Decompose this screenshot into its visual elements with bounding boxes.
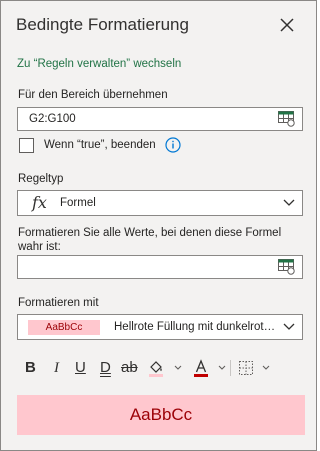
format-sample-chip: AaBbCc <box>28 320 100 335</box>
strikethrough-button[interactable]: ab <box>121 357 138 379</box>
info-icon[interactable] <box>165 137 181 153</box>
rule-type-dropdown[interactable]: fx Formel <box>17 190 303 216</box>
bold-button[interactable]: B <box>25 357 36 379</box>
range-label: Für den Bereich übernehmen <box>18 89 168 101</box>
underline-button[interactable]: U <box>75 357 86 379</box>
stop-if-true-label: Wenn “true”, beenden <box>44 139 156 151</box>
format-with-dropdown[interactable]: AaBbCc Hellrote Füllung mit dunkelrot… <box>17 314 303 340</box>
chevron-down-icon[interactable] <box>218 365 226 371</box>
formula-input[interactable] <box>17 255 303 279</box>
conditional-formatting-pane: Bedingte Formatierung Zu “Regeln verwalt… <box>0 0 317 451</box>
italic-button[interactable]: I <box>54 357 59 379</box>
pane-title: Bedingte Formatierung <box>16 15 189 34</box>
format-preview: AaBbCc <box>17 395 305 435</box>
double-underline-button[interactable]: D <box>100 357 111 379</box>
close-icon[interactable] <box>277 15 297 35</box>
chevron-down-icon[interactable] <box>262 365 270 371</box>
format-with-label: Formatieren mit <box>18 297 99 309</box>
stop-if-true-checkbox[interactable] <box>19 138 34 153</box>
toolbar-separator <box>230 360 231 376</box>
range-input[interactable]: G2:G100 <box>17 107 303 131</box>
chevron-down-icon[interactable] <box>174 365 182 371</box>
font-color-icon[interactable] <box>192 357 210 379</box>
range-value: G2:G100 <box>29 113 76 125</box>
rule-type-label: Regeltyp <box>18 173 64 185</box>
formula-icon: fx <box>32 193 47 212</box>
format-with-value: Hellrote Füllung mit dunkelrot… <box>114 321 276 333</box>
chevron-down-icon <box>283 199 295 206</box>
pane-header: Bedingte Formatierung <box>1 1 316 49</box>
formula-label: Formatieren Sie alle Werte, bei denen di… <box>18 227 282 253</box>
manage-rules-link[interactable]: Zu “Regeln verwalten” wechseln <box>17 58 181 70</box>
chevron-down-icon <box>283 323 295 330</box>
range-select-icon[interactable] <box>278 259 296 275</box>
borders-icon[interactable] <box>237 357 255 379</box>
range-select-icon[interactable] <box>278 111 296 127</box>
format-toolbar: B I U D ab <box>17 357 307 379</box>
fill-color-icon[interactable] <box>147 357 165 379</box>
rule-type-value: Formel <box>60 197 96 209</box>
